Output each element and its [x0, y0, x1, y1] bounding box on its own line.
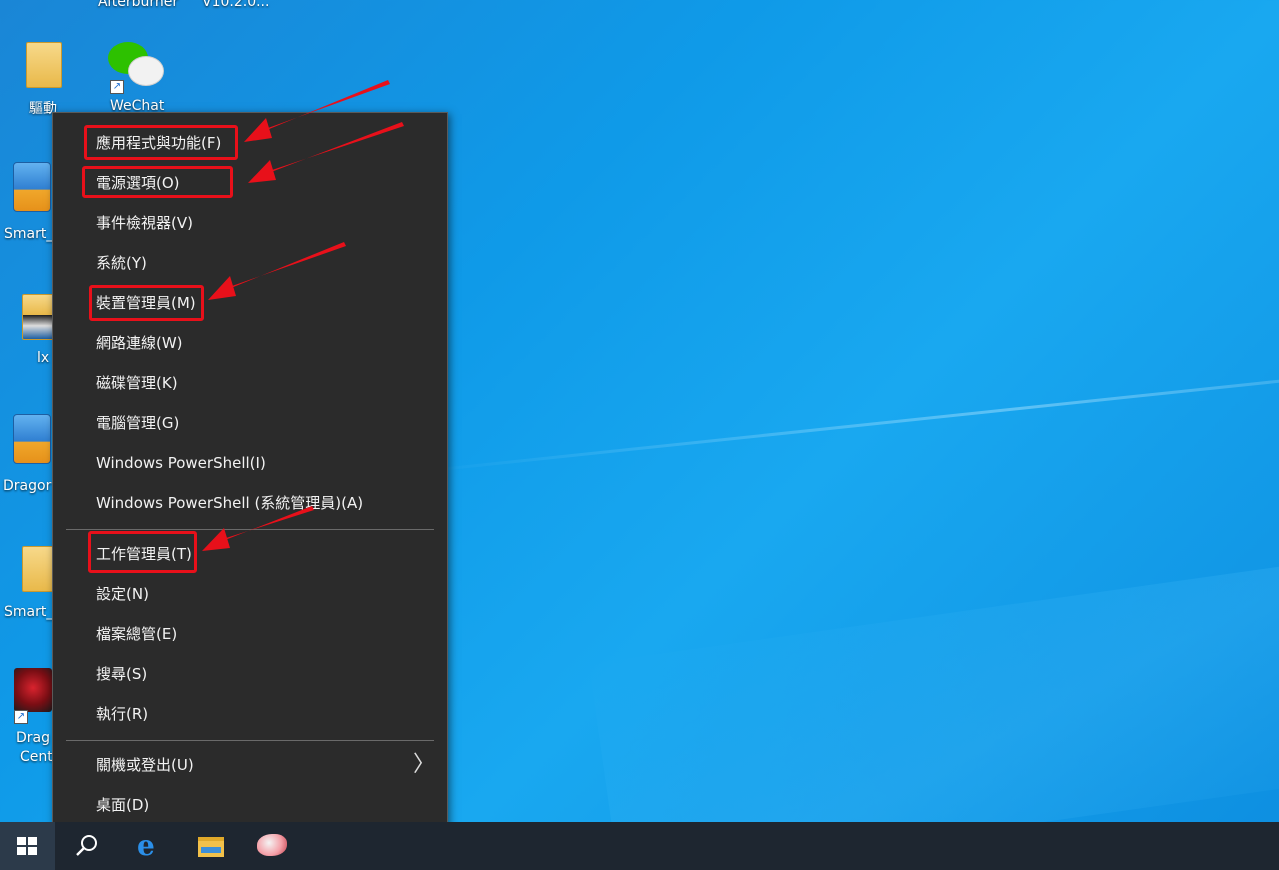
menu-item-label: 電腦管理(G) — [96, 414, 180, 432]
menu-item-label: Windows PowerShell (系統管理員)(A) — [96, 494, 364, 512]
desktop-icon-label: Dragor — [3, 478, 52, 494]
menu-item-label: 系統(Y) — [96, 254, 147, 272]
shortcut-arrow-icon: ↗ — [14, 710, 28, 724]
menu-item-desktop[interactable]: 桌面(D) — [53, 785, 447, 825]
menu-item-settings[interactable]: 設定(N) — [53, 574, 447, 614]
menu-item-shutdown-signout[interactable]: 關機或登出(U) 〉 — [53, 745, 447, 785]
windows-logo-icon — [17, 837, 37, 855]
taskbar-app-button[interactable] — [245, 822, 297, 870]
menu-item-label: 執行(R) — [96, 705, 149, 723]
taskbar-edge-button[interactable]: e — [125, 822, 177, 870]
menu-item-computer-management[interactable]: 電腦管理(G) — [53, 403, 447, 443]
desktop-icon-label: Smart_ — [4, 226, 54, 242]
start-button[interactable] — [0, 822, 55, 870]
menu-item-search[interactable]: 搜尋(S) — [53, 654, 447, 694]
menu-item-file-explorer[interactable]: 檔案總管(E) — [53, 614, 447, 654]
taskbar-file-explorer-button[interactable] — [185, 822, 237, 870]
desktop-icon-label-version: V10.2.0... — [202, 0, 270, 10]
msi-dragon-icon — [14, 668, 52, 712]
menu-separator — [66, 740, 434, 741]
highlight-box-task-manager — [88, 531, 197, 573]
menu-item-label: 設定(N) — [96, 585, 149, 603]
installer-icon — [13, 162, 51, 212]
menu-item-label: 網路連線(W) — [96, 334, 183, 352]
desktop-icon-label: Smart_ — [4, 604, 54, 620]
wallpaper-beam — [419, 365, 1279, 473]
shortcut-arrow-icon: ↗ — [110, 80, 124, 94]
edge-browser-icon: e — [137, 829, 155, 862]
installer-icon — [13, 414, 51, 464]
taskbar: e — [0, 822, 1279, 870]
menu-item-event-viewer[interactable]: 事件檢視器(V) — [53, 203, 447, 243]
highlight-box-apps-and-features — [84, 125, 238, 160]
file-explorer-icon — [198, 837, 224, 857]
menu-item-run[interactable]: 執行(R) — [53, 694, 447, 734]
folder-icon — [26, 42, 62, 88]
menu-item-label: 桌面(D) — [96, 796, 150, 814]
highlight-box-device-manager — [89, 285, 204, 321]
menu-item-powershell-admin[interactable]: Windows PowerShell (系統管理員)(A) — [53, 483, 447, 523]
desktop-icon-label: Drag — [16, 730, 51, 746]
menu-item-label: Windows PowerShell(I) — [96, 454, 266, 472]
chevron-right-icon: 〉 — [412, 752, 435, 777]
menu-item-network-connections[interactable]: 網路連線(W) — [53, 323, 447, 363]
menu-item-label: 檔案總管(E) — [96, 625, 178, 643]
wallpaper-light — [589, 538, 1279, 822]
menu-item-label: 磁碟管理(K) — [96, 374, 178, 392]
menu-separator — [66, 529, 434, 530]
menu-item-label: 事件檢視器(V) — [96, 214, 193, 232]
highlight-box-power-options — [82, 166, 233, 198]
desktop-icon-label: lx — [37, 350, 50, 366]
search-icon — [76, 835, 97, 856]
menu-item-system[interactable]: 系統(Y) — [53, 243, 447, 283]
menu-item-label: 搜尋(S) — [96, 665, 148, 683]
desktop-icon-label-afterburner: Afterburner — [98, 0, 179, 10]
menu-item-label: 關機或登出(U) — [96, 756, 194, 774]
taskbar-search-button[interactable] — [60, 822, 112, 870]
app-icon — [257, 834, 287, 856]
menu-item-powershell[interactable]: Windows PowerShell(I) — [53, 443, 447, 483]
winx-context-menu: 應用程式與功能(F) 電源選項(O) 事件檢視器(V) 系統(Y) 裝置管理員(… — [52, 112, 448, 838]
menu-item-disk-management[interactable]: 磁碟管理(K) — [53, 363, 447, 403]
desktop-icon-label-line2: Cent — [20, 749, 53, 765]
